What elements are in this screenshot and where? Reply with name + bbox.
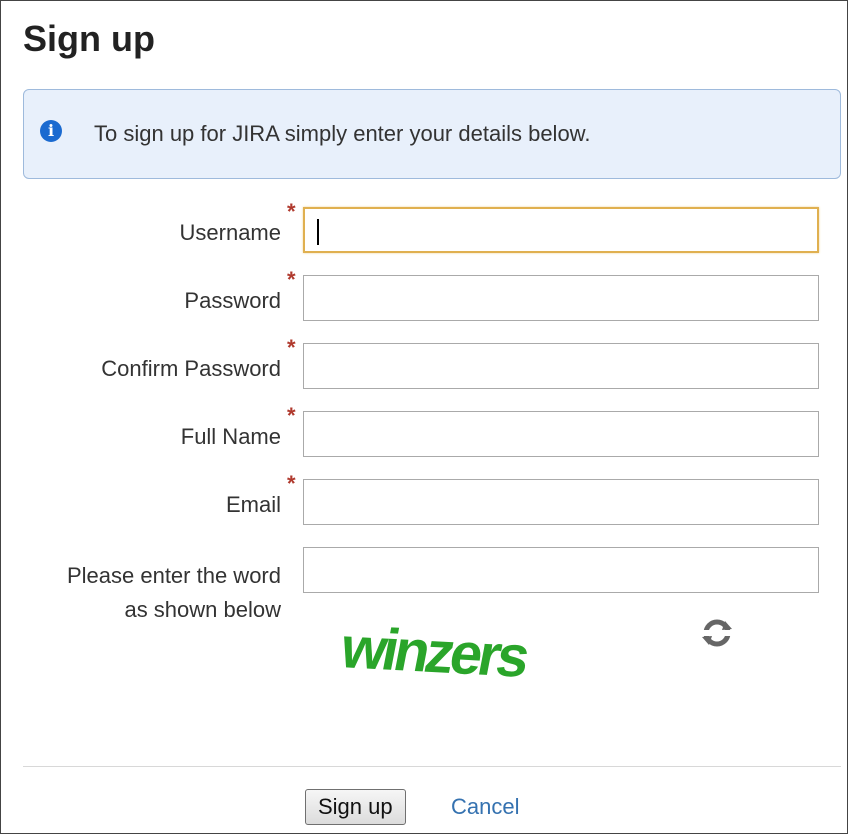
confirm-password-label: Confirm Password [101,356,281,381]
full-name-field[interactable] [303,411,819,457]
email-label: Email [225,492,281,517]
captcha-field[interactable] [303,547,819,593]
captcha-label-line2: as shown below [124,597,281,622]
required-marker: * [287,267,296,292]
password-row: Password * [1,267,847,325]
cancel-link[interactable]: Cancel [451,793,519,821]
text-caret [317,219,319,245]
info-text: To sign up for JIRA simply enter your de… [94,121,591,146]
full-name-row: Full Name * [1,403,847,461]
captcha-label: Please enter the word as shown below [67,559,281,627]
required-marker: * [287,471,296,496]
email-field[interactable] [303,479,819,525]
refresh-icon[interactable] [701,617,733,649]
footer-divider [23,766,841,767]
captcha-image: winzers [341,615,534,689]
info-icon: i [40,120,62,142]
captcha-word: winzers [341,615,534,689]
username-field[interactable] [303,207,819,253]
required-marker: * [287,335,296,360]
confirm-password-row: Confirm Password * [1,335,847,393]
required-marker: * [287,403,296,428]
info-message: i To sign up for JIRA simply enter your … [23,89,841,179]
confirm-password-field[interactable] [303,343,819,389]
email-row: Email * [1,471,847,529]
captcha-label-line1: Please enter the word [66,563,281,588]
required-marker: * [287,199,296,224]
signup-dialog: Sign up i To sign up for JIRA simply ent… [0,0,848,834]
password-field[interactable] [303,275,819,321]
sign-up-button[interactable]: Sign up [305,789,406,825]
full-name-label: Full Name [180,424,281,449]
username-row: Username * [1,199,847,257]
username-label: Username [179,220,281,245]
dialog-title: Sign up [23,18,155,59]
password-label: Password [184,288,281,313]
